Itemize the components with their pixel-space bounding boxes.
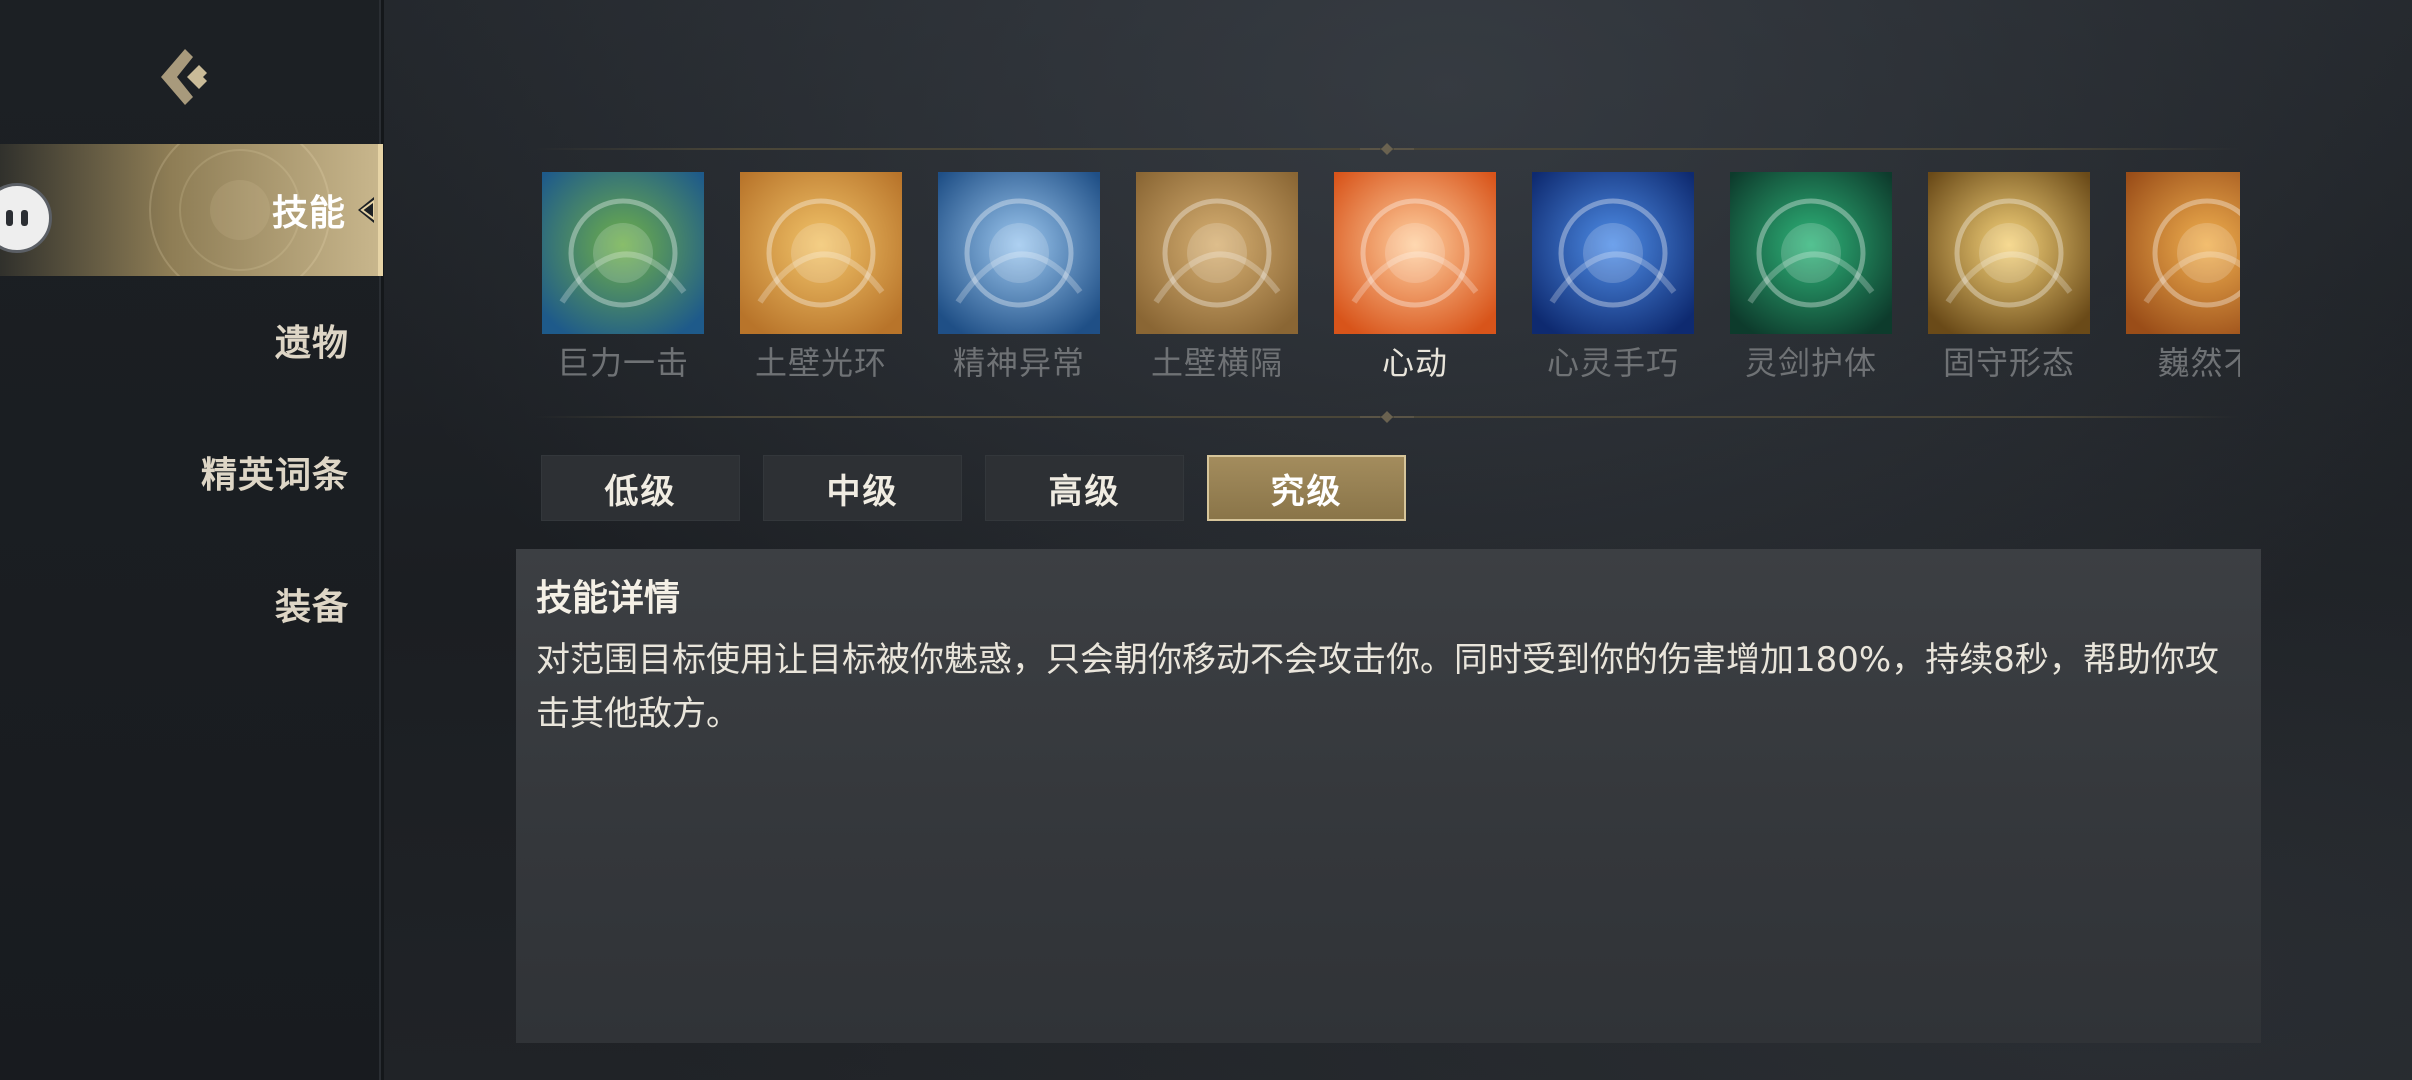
skill-item[interactable]: 心灵手巧 (1532, 172, 1694, 384)
spirit-sword-guard-icon (1730, 172, 1892, 334)
heartbeat-icon (1334, 172, 1496, 334)
assistant-eye-right (21, 210, 28, 226)
skill-name: 灵剑护体 (1744, 344, 1877, 382)
skill-detail-description: 对范围目标使用让目标被你魅惑，只会朝你移动不会攻击你。同时受到你的伤害增加180… (536, 640, 2219, 734)
back-arrow-icon (161, 49, 207, 105)
skill-detail-panel: 技能详情 对范围目标使用让目标被你魅惑，只会朝你移动不会攻击你。同时受到你的伤害… (516, 549, 2261, 1043)
nav-item-equipment[interactable]: 装备 (0, 538, 381, 670)
skill-list[interactable]: 巨力一击 土壁光环 精神异常 土壁横隔 心动 心灵手巧 灵剑护体 固守形态 巍然不 (542, 172, 2240, 412)
tier-tab-ultimate[interactable]: 究级 (1207, 455, 1406, 521)
skill-item[interactable]: 土壁横隔 (1136, 172, 1298, 384)
skill-name: 心灵手巧 (1546, 344, 1679, 382)
ornament-icon (1360, 143, 1414, 155)
skill-item[interactable]: 灵剑护体 (1730, 172, 1892, 384)
skill-name: 精神异常 (952, 344, 1085, 382)
ornament-icon (1360, 411, 1414, 423)
skill-item[interactable]: 固守形态 (1928, 172, 2090, 384)
nav-label-skills: 技能 (271, 193, 346, 234)
skill-name: 巨力一击 (556, 344, 689, 382)
tier-tab-high[interactable]: 高级 (985, 455, 1184, 521)
defensive-stance-icon (1928, 172, 2090, 334)
skill-strip: 巨力一击 土壁光环 精神异常 土壁横隔 心动 心灵手巧 灵剑护体 固守形态 巍然不 (534, 143, 2240, 423)
skill-item[interactable]: 巨力一击 (542, 172, 704, 384)
skill-name: 心动 (1381, 344, 1448, 382)
mental-anomaly-icon (938, 172, 1100, 334)
skill-name: 土壁光环 (754, 344, 887, 382)
nav-label-equipment: 装备 (274, 587, 349, 628)
skill-item[interactable]: 精神异常 (938, 172, 1100, 384)
nav-item-elite-affixes[interactable]: 精英词条 (0, 406, 381, 538)
dexterity-icon (1532, 172, 1694, 334)
assistant-eye-left (6, 210, 13, 226)
nav-item-skills[interactable]: 技能 (0, 144, 383, 276)
tier-tab-mid[interactable]: 中级 (763, 455, 962, 521)
tier-tab-low[interactable]: 低级 (541, 455, 740, 521)
steadfast-icon (2126, 172, 2240, 334)
skill-name: 巍然不 (2157, 344, 2240, 382)
skill-item[interactable]: 土壁光环 (740, 172, 902, 384)
skill-item[interactable]: 巍然不 (2126, 172, 2240, 384)
nav-label-elite-affixes: 精英词条 (200, 455, 349, 496)
skill-item[interactable]: 心动 (1334, 172, 1496, 384)
earth-wall-aura-icon (740, 172, 902, 334)
back-button[interactable] (148, 42, 218, 112)
giant-strike-icon (542, 172, 704, 334)
skill-name: 固守形态 (1942, 344, 2075, 382)
earth-wall-barrier-icon (1136, 172, 1298, 334)
skill-detail-title: 技能详情 (536, 578, 681, 619)
skill-name: 土壁横隔 (1150, 344, 1283, 382)
sidebar: 技能 遗物 精英词条 装备 (0, 0, 384, 1080)
nav-item-relics[interactable]: 遗物 (0, 274, 381, 406)
nav-label-relics: 遗物 (274, 323, 349, 364)
